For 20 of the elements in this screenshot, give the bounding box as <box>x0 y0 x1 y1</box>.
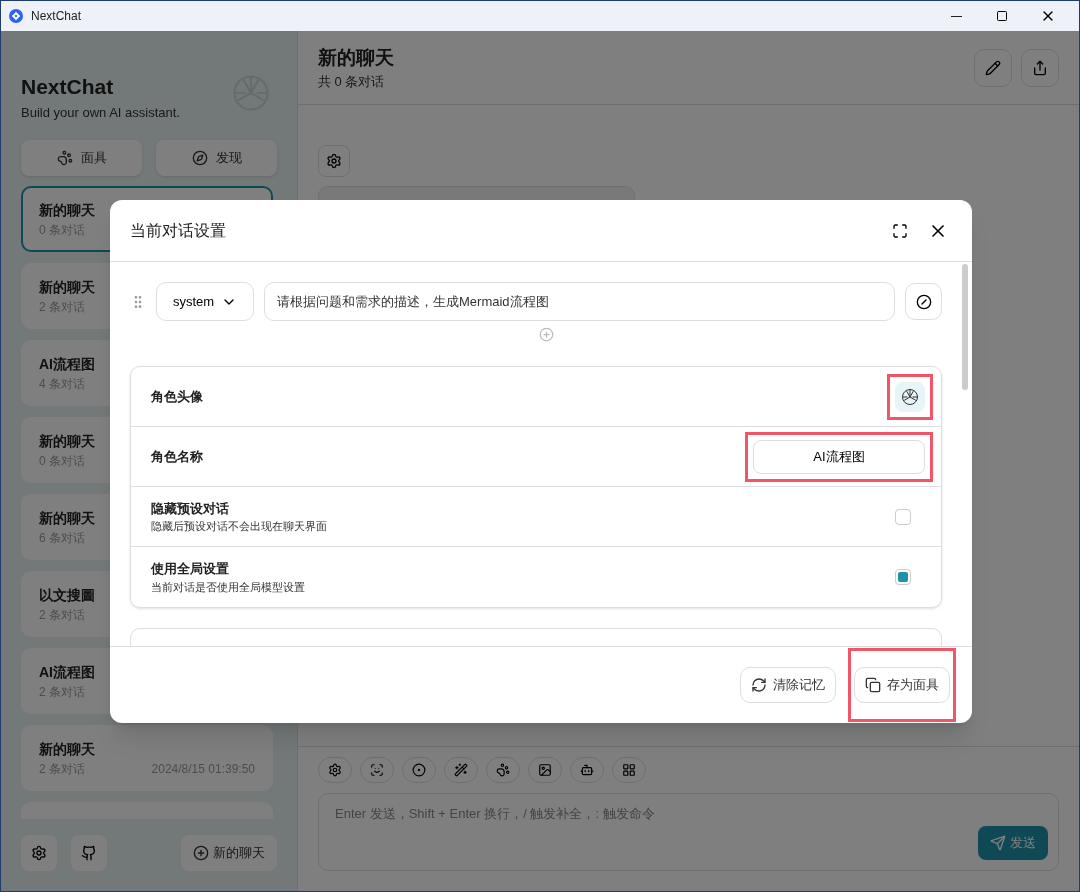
window-title: NextChat <box>31 8 82 25</box>
app-title: NextChat <box>21 74 115 100</box>
setting-label: 使用全局设置 <box>151 560 230 578</box>
app-subtitle: Build your own AI assistant. <box>21 103 180 122</box>
chat-title: 以文搜圖 <box>39 586 95 605</box>
setting-label: 角色名称 <box>151 447 203 466</box>
dialog-title: 当前对话设置 <box>130 220 226 241</box>
setting-label: 角色头像 <box>151 387 203 406</box>
chat-title: 新的聊天 <box>39 201 95 220</box>
setting-label: 隐藏预设对话 <box>151 499 230 518</box>
chat-title: AI流程图 <box>39 355 95 374</box>
chat-title: 新的聊天 <box>39 432 95 451</box>
chat-header-title: 新的聊天 <box>318 45 394 70</box>
chat-header-subtitle: 共 0 条对话 <box>318 73 386 91</box>
chat-title: 新的聊天 <box>39 509 95 528</box>
setting-description: 隐藏后预设对话不会出现在聊天界面 <box>151 519 327 534</box>
chat-title: 新的聊天 <box>39 740 95 759</box>
chat-title: 新的聊天 <box>39 278 95 297</box>
setting-description: 当前对话是否使用全局模型设置 <box>151 579 305 595</box>
chat-title: AI流程图 <box>39 663 95 682</box>
